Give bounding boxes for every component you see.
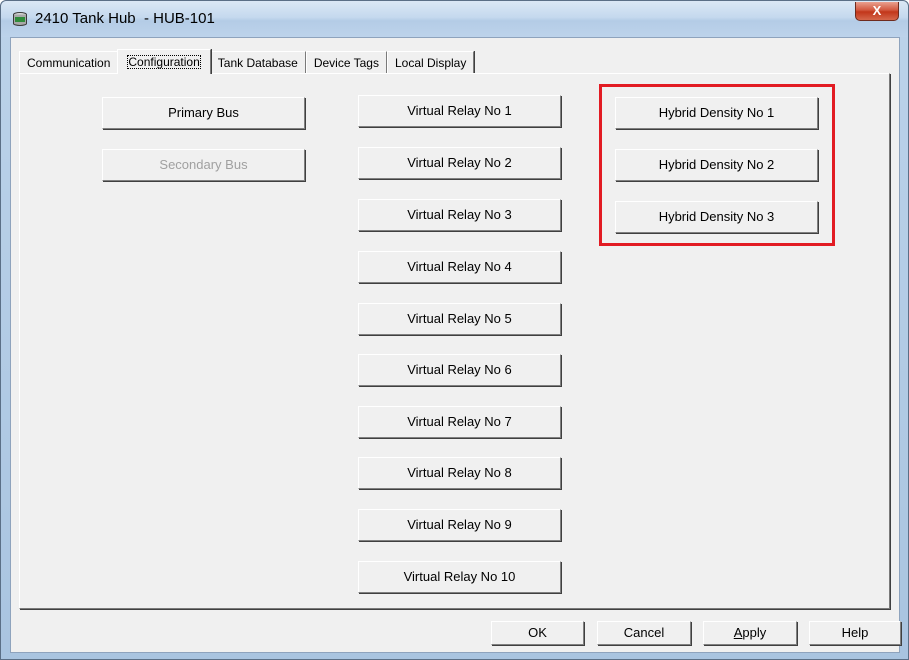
- tab-label: Device Tags: [313, 56, 379, 70]
- tab-label: Communication: [27, 56, 111, 70]
- virtual-relay-1-button[interactable]: Virtual Relay No 1: [358, 95, 561, 127]
- secondary-bus-button: Secondary Bus: [102, 149, 305, 181]
- virtual-relay-2-button[interactable]: Virtual Relay No 2: [358, 147, 561, 179]
- virtual-relay-3-button[interactable]: Virtual Relay No 3: [358, 199, 561, 231]
- virtual-relay-5-button[interactable]: Virtual Relay No 5: [358, 303, 561, 335]
- ok-button[interactable]: OK: [491, 621, 584, 645]
- window-title: 2410 Tank Hub - HUB-101: [35, 10, 215, 27]
- tab-device-tags[interactable]: Device Tags: [305, 51, 387, 73]
- tab-tank-database[interactable]: Tank Database: [209, 51, 306, 73]
- close-button[interactable]: X: [855, 2, 899, 21]
- tab-label: Local Display: [394, 56, 467, 70]
- tab-communication[interactable]: Communication: [19, 51, 119, 73]
- tab-strip: Communication Configuration Tank Databas…: [19, 49, 475, 74]
- hybrid-density-2-button[interactable]: Hybrid Density No 2: [615, 149, 818, 181]
- tab-local-display[interactable]: Local Display: [386, 51, 475, 73]
- tab-label: Tank Database: [217, 56, 298, 70]
- virtual-relay-6-button[interactable]: Virtual Relay No 6: [358, 354, 561, 386]
- cancel-button[interactable]: Cancel: [597, 621, 691, 645]
- virtual-relay-4-button[interactable]: Virtual Relay No 4: [358, 251, 561, 283]
- hybrid-density-3-button[interactable]: Hybrid Density No 3: [615, 201, 818, 233]
- dialog-window: 2410 Tank Hub - HUB-101 X Communication …: [0, 0, 909, 660]
- hybrid-density-1-button[interactable]: Hybrid Density No 1: [615, 97, 818, 129]
- virtual-relay-9-button[interactable]: Virtual Relay No 9: [358, 509, 561, 541]
- virtual-relay-10-button[interactable]: Virtual Relay No 10: [358, 561, 561, 593]
- apply-button[interactable]: Apply: [703, 621, 797, 645]
- tank-icon: [13, 12, 27, 26]
- primary-bus-button[interactable]: Primary Bus: [102, 97, 305, 129]
- virtual-relay-7-button[interactable]: Virtual Relay No 7: [358, 406, 561, 438]
- title-bar[interactable]: 2410 Tank Hub - HUB-101 X: [1, 1, 908, 37]
- virtual-relay-8-button[interactable]: Virtual Relay No 8: [358, 457, 561, 489]
- apply-label-rest: pply: [742, 625, 767, 640]
- tab-configuration[interactable]: Configuration: [117, 49, 211, 74]
- tab-label: Configuration: [127, 55, 201, 69]
- help-button[interactable]: Help: [809, 621, 901, 645]
